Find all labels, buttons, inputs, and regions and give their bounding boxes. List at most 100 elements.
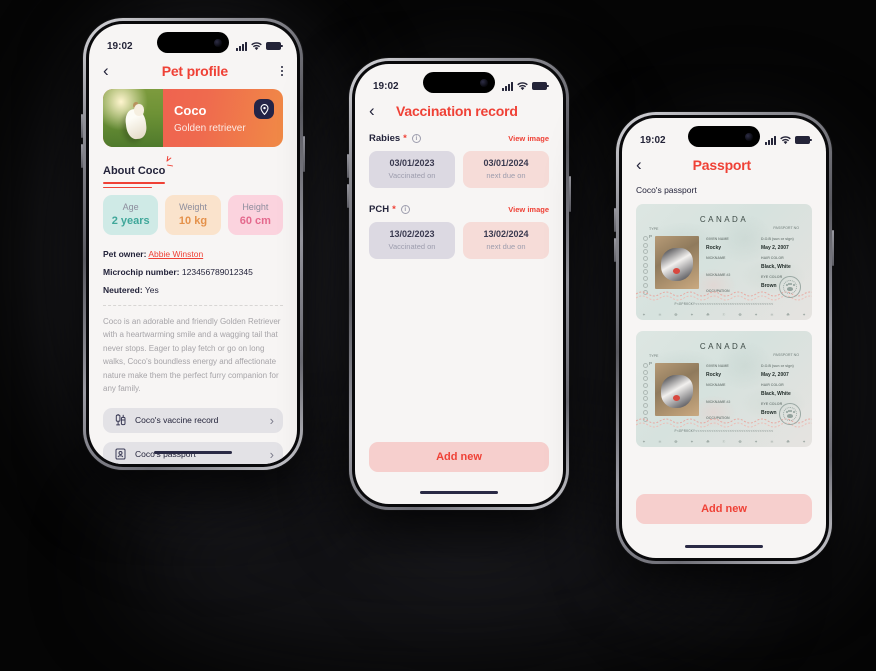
passport-photo [655,363,699,416]
sparkle-icon [167,164,174,167]
passport-number-label: PASSPORT NO [773,226,799,230]
nav-bar: ‹ Passport [622,150,826,177]
home-indicator[interactable] [154,450,232,454]
field-value: Rocky [706,244,722,251]
detail-row-microchip: Microchip number: 123456789012345 [103,267,283,277]
stat-card-age: Age 2 years [103,195,159,235]
stat-card-weight: Weight 10 kg [165,195,221,235]
date-value: 13/02/2024 [483,229,529,239]
add-new-button[interactable]: Add new [636,494,812,524]
vaccinated-on-pill[interactable]: 03/01/2023 Vaccinated on [369,151,455,188]
phone-bezel: 19:02 ‹ Pet profile Coco Golden retrieve… [86,21,300,467]
power-button[interactable] [569,176,571,212]
home-indicator[interactable] [420,490,498,494]
more-vertical-icon[interactable] [281,65,283,76]
stat-label: Height [242,202,269,212]
heading-underline [103,186,152,188]
power-button[interactable] [832,230,834,266]
volume-button[interactable] [81,144,83,168]
volume-button[interactable] [81,114,83,138]
volume-button[interactable] [614,208,616,232]
volume-button[interactable] [347,184,349,208]
next-due-pill[interactable]: 13/02/2024 next due on [463,222,549,259]
passport-card[interactable]: CANADA TYPE P PASSPORT NO GIVEN NAME Roc… [636,204,812,320]
field-key: HAIR COLOR [761,383,784,387]
wifi-icon [517,81,528,90]
phone-bezel: 19:02 ‹ Vaccination record Rabies * i Vi… [352,61,566,507]
passport-country: CANADA [699,215,749,224]
volume-button[interactable] [614,238,616,262]
phone-passport: 19:02 ‹ Passport Coco's passport CANADA … [614,112,834,564]
vaccinated-on-pill[interactable]: 13/02/2023 Vaccinated on [369,222,455,259]
field-key: GIVEN NAME [706,237,729,241]
mrz-code: P<DPROCKY<<<<<<<<<<<<<<<<<<<<<<<<<<<<<<<… [674,303,774,307]
phone-screen: 19:02 ‹ Passport Coco's passport CANADA … [622,118,826,558]
owner-link[interactable]: Abbie Winston [148,249,203,259]
pet-breed: Golden retriever [174,122,246,134]
field-value: Black, White [761,263,791,270]
action-row-vaccine-record[interactable]: Coco's vaccine record › [103,407,283,433]
detail-row-owner: Pet owner: Abbie Winston [103,249,283,259]
date-value: 03/01/2024 [483,158,529,168]
detail-row-neutered: Neutered: Yes [103,285,283,295]
vaccine-header-pch: PCH * i View image [369,204,549,215]
pet-description: Coco is an adorable and friendly Golden … [103,317,281,394]
date-caption: next due on [486,171,526,180]
required-asterisk: * [403,133,407,144]
nav-bar: ‹ Vaccination record [355,96,563,123]
view-image-link[interactable]: View image [508,205,549,214]
detail-label: Microchip number: [103,267,180,277]
status-time: 19:02 [107,40,133,52]
vaccine-header-rabies: Rabies * i View image [369,133,549,144]
paw-stamp-icon [779,403,801,425]
detail-label: Neutered: [103,285,143,295]
about-heading: About Coco [103,165,166,177]
phone-bezel: 19:02 ‹ Passport Coco's passport CANADA … [619,115,829,561]
syringe-icon [112,414,128,426]
screen-body: Coco's passport CANADA TYPE P PASSPORT NO [622,177,826,558]
date-caption: next due on [486,242,526,251]
phone-vaccination-record: 19:02 ‹ Vaccination record Rabies * i Vi… [347,58,571,510]
date-caption: Vaccinated on [388,242,436,251]
passport-footer-glyphs: ✦ ⚛ ☸ ✦ ☘ ⚐ ☸ ✦ ⚛ ☘ ✦ [642,439,806,444]
field-key: D.O.B (sun or sign) [761,237,794,241]
date-caption: Vaccinated on [388,171,436,180]
stat-card-height: Height 60 cm [227,195,283,235]
field-key: D.O.B (sun or sign) [761,364,794,368]
heading-underline [103,182,166,184]
cellular-bars-icon [502,81,513,91]
passport-footer-glyphs: ✦ ⚛ ☸ ✦ ☘ ⚐ ☸ ✦ ⚛ ☘ ✦ [642,312,806,317]
cellular-bars-icon [236,41,247,51]
cellular-bars-icon [765,135,776,145]
stat-cards: Age 2 years Weight 10 kg Height 60 cm [103,195,283,235]
page-title: Pet profile [161,62,228,79]
status-time: 19:02 [640,134,666,146]
section-label: Coco's passport [636,185,697,195]
info-circle-icon[interactable]: i [400,205,410,214]
stat-label: Age [122,202,139,212]
stat-value: 60 cm [239,215,271,227]
power-button[interactable] [303,136,305,172]
field-key: NICKNAME [706,383,726,387]
volume-button[interactable] [347,154,349,178]
punch-holes [643,236,648,295]
location-pin-icon[interactable] [254,99,274,119]
field-key: GIVEN NAME [706,364,729,368]
stat-value: 2 years [111,215,150,227]
home-indicator[interactable] [685,544,763,548]
field-key: HAIR COLOR [761,256,784,260]
add-new-button[interactable]: Add new [369,442,549,472]
pet-summary-card[interactable]: Coco Golden retriever [103,89,283,147]
status-time: 19:02 [373,80,399,92]
field-value: May 2, 2007 [761,244,789,251]
info-circle-icon[interactable]: i [411,134,421,143]
required-asterisk: * [392,204,396,215]
vaccine-dates-pch: 13/02/2023 Vaccinated on 13/02/2024 next… [369,222,549,259]
divider [103,305,283,306]
view-image-link[interactable]: View image [508,134,549,143]
front-camera-icon [480,78,488,87]
mrz-code: P<DPROCKY<<<<<<<<<<<<<<<<<<<<<<<<<<<<<<<… [674,430,774,434]
next-due-pill[interactable]: 03/01/2024 next due on [463,151,549,188]
mockup-scene: 19:02 ‹ Pet profile Coco Golden retrieve… [0,0,876,671]
passport-card[interactable]: CANADA TYPE P PASSPORT NO GIVEN NAME Roc… [636,331,812,447]
